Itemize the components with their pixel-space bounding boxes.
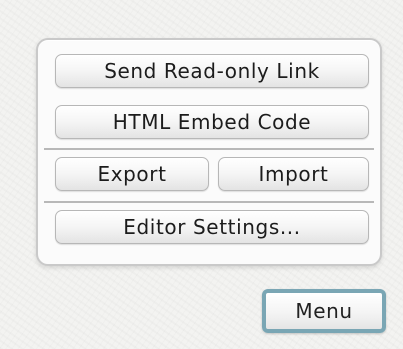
export-button[interactable]: Export (55, 157, 209, 191)
menu-divider (44, 201, 374, 203)
menu-panel: Send Read-only Link HTML Embed Code Expo… (36, 38, 382, 266)
html-embed-code-button[interactable]: HTML Embed Code (55, 105, 369, 139)
send-read-only-link-button[interactable]: Send Read-only Link (55, 54, 369, 88)
menu-toggle-button[interactable]: Menu (262, 289, 386, 333)
import-button[interactable]: Import (218, 157, 369, 191)
editor-settings-button[interactable]: Editor Settings... (55, 210, 369, 244)
menu-divider (44, 148, 374, 150)
